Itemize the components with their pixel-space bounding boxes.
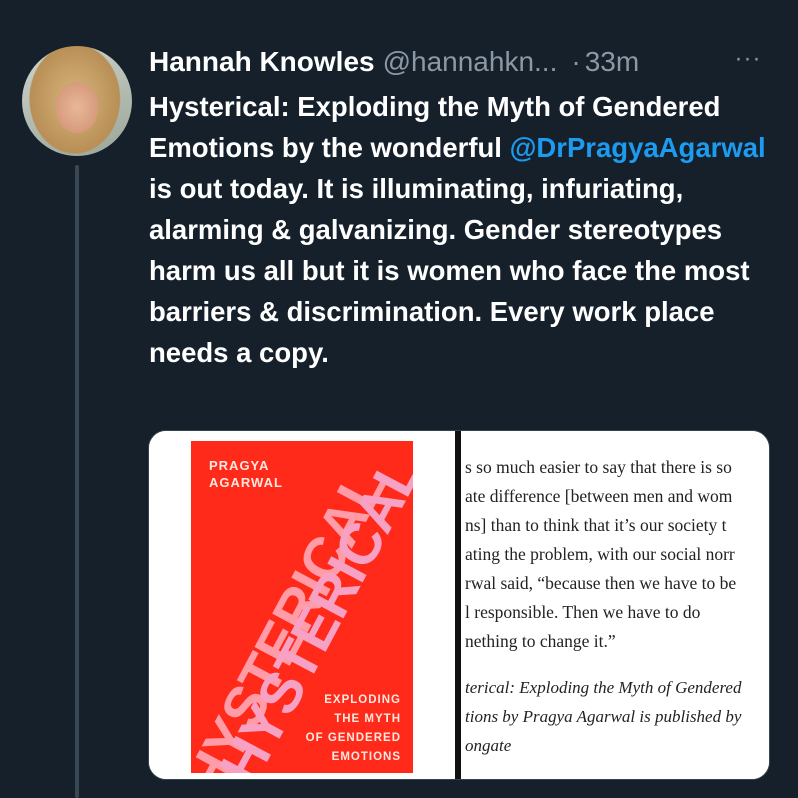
- article-excerpt: s so much easier to say that there is so…: [465, 453, 769, 656]
- separator-dot: ·: [571, 46, 581, 77]
- caption-line: tions by Pragya Agarwal is published by: [465, 707, 742, 726]
- book-subtitle-line: THE MYTH: [334, 713, 401, 725]
- book-author-line: AGARWAL: [209, 475, 283, 490]
- book-subtitle-line: OF GENDERED: [305, 732, 401, 744]
- book-author: PRAGYA AGARWAL: [209, 457, 283, 491]
- excerpt-line: rwal said, “because then we have to be: [465, 573, 737, 593]
- mention-link[interactable]: @DrPragyaAgarwal: [510, 132, 766, 163]
- article-caption: terical: Exploding the Myth of Gendered …: [465, 674, 769, 761]
- book-subtitle-line: EXPLODING: [324, 694, 401, 706]
- book-subtitle-line: EMOTIONS: [331, 751, 401, 763]
- author-handle[interactable]: @hannahkn...: [383, 46, 558, 77]
- caption-line: terical: Exploding the Myth of Gendered: [465, 678, 742, 697]
- book-author-line: PRAGYA: [209, 458, 270, 473]
- excerpt-line: l responsible. Then we have to do: [465, 602, 701, 622]
- article-excerpt-panel: s so much easier to say that there is so…: [461, 431, 769, 779]
- tweet-timestamp[interactable]: 33m: [585, 46, 639, 77]
- excerpt-line: ating the problem, with our social norr: [465, 544, 735, 564]
- tweet-header: Hannah Knowles @hannahkn... · 33m: [149, 44, 789, 80]
- book-cover: PRAGYA AGARWAL HYSTERICAL HYSTERICAL EXP…: [191, 441, 413, 773]
- caption-line: ongate: [465, 736, 512, 755]
- excerpt-line: nething to change it.”: [465, 631, 616, 651]
- author-avatar[interactable]: [22, 46, 132, 156]
- excerpt-line: ate difference [between men and wom: [465, 486, 733, 506]
- excerpt-line: ns] than to think that it’s our society …: [465, 515, 727, 535]
- more-options-icon[interactable]: ···: [733, 44, 763, 80]
- tweet-text-part2: is out today. It is illuminating, infuri…: [149, 173, 750, 368]
- thread-connector-line: [75, 165, 79, 798]
- author-name[interactable]: Hannah Knowles: [149, 46, 375, 77]
- book-subtitle: EXPLODING THE MYTH OF GENDERED EMOTIONS: [281, 691, 401, 767]
- tweet-text: Hysterical: Exploding the Myth of Gender…: [149, 86, 779, 373]
- book-cover-panel: PRAGYA AGARWAL HYSTERICAL HYSTERICAL EXP…: [149, 431, 455, 779]
- tweet-media-image[interactable]: PRAGYA AGARWAL HYSTERICAL HYSTERICAL EXP…: [148, 430, 770, 780]
- excerpt-line: s so much easier to say that there is so: [465, 457, 732, 477]
